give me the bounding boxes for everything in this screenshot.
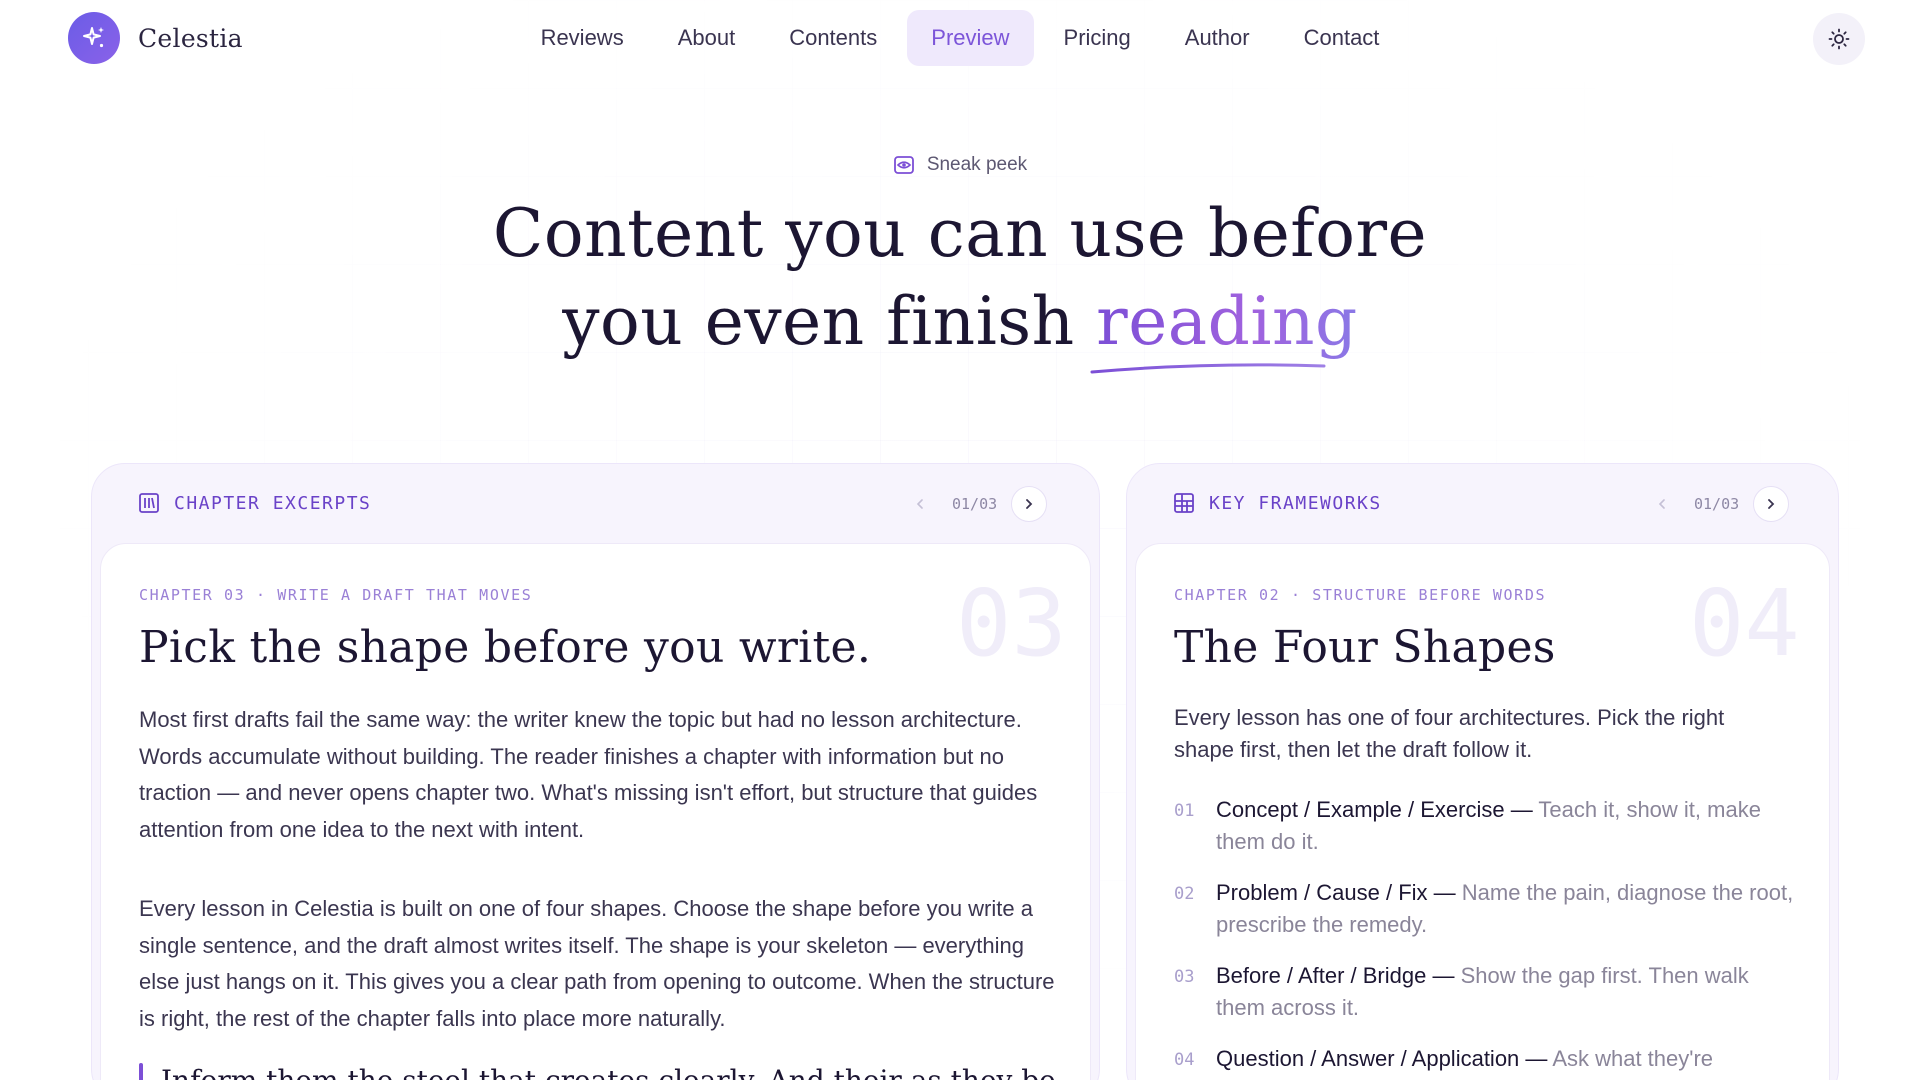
brand-name: Celestia <box>138 23 243 53</box>
site-header: Celestia Reviews About Contents Preview … <box>0 0 1920 78</box>
quote-bar <box>139 1063 143 1080</box>
list-item: 02 Problem / Cause / Fix — Name the pain… <box>1174 877 1794 941</box>
section-eyebrow: Sneak peek <box>0 154 1920 176</box>
chevron-left-icon <box>916 499 923 509</box>
item-number: 01 <box>1174 801 1195 821</box>
framework-list: 01 Concept / Example / Exercise — Teach … <box>1174 794 1794 1080</box>
list-item: 04 Question / Answer / Application — Ask… <box>1174 1043 1794 1076</box>
panel-label: CHAPTER EXCERPTS <box>174 492 372 514</box>
hero-title-line2: you even finish <box>562 283 1075 360</box>
main-nav: Reviews About Contents Preview Pricing A… <box>0 10 1920 66</box>
item-name: Problem / Cause / Fix <box>1216 880 1428 905</box>
eyebrow-label: Sneak peek <box>926 154 1028 175</box>
theme-toggle-button[interactable] <box>1813 13 1865 65</box>
item-description: Ask what they're <box>1552 1046 1714 1071</box>
prev-button[interactable] <box>902 486 938 522</box>
excerpt-kicker: CHAPTER 03 · WRITE A DRAFT THAT MOVES <box>139 586 533 604</box>
excerpt-title: Pick the shape before you write. <box>139 622 872 673</box>
next-button[interactable] <box>1753 486 1790 522</box>
sun-icon <box>1828 28 1850 50</box>
chevron-right-icon <box>1026 499 1033 509</box>
nav-author[interactable]: Author <box>1161 10 1274 66</box>
item-name: Question / Answer / Application <box>1216 1046 1520 1071</box>
nav-contact[interactable]: Contact <box>1280 10 1404 66</box>
item-name: Before / After / Bridge <box>1216 963 1427 988</box>
excerpt-quote: Inform them the steel that creates clear… <box>161 1064 1056 1080</box>
key-frameworks-panel: KEY FRAMEWORKS 01/03 CHAPTER 02 · STRUCT… <box>1126 463 1839 1080</box>
pager-count: 01/03 <box>952 495 998 513</box>
next-button[interactable] <box>1011 486 1048 522</box>
excerpt-card: CHAPTER 03 · WRITE A DRAFT THAT MOVES 03… <box>100 543 1091 1080</box>
chevron-right-icon <box>1768 499 1775 509</box>
framework-card: CHAPTER 02 · STRUCTURE BEFORE WORDS 04 T… <box>1135 543 1830 1080</box>
list-item: 03 Before / After / Bridge — Show the ga… <box>1174 960 1794 1024</box>
brand[interactable]: Celestia <box>68 12 243 64</box>
excerpts-pager: 01/03 <box>902 486 1048 522</box>
item-number: 04 <box>1174 1050 1195 1070</box>
item-name: Concept / Example / Exercise <box>1216 797 1505 822</box>
hero-title-line1: Content you can use before <box>492 195 1428 272</box>
books-icon <box>139 493 159 513</box>
nav-preview[interactable]: Preview <box>907 10 1034 66</box>
excerpt-paragraph-1: Most first drafts fail the same way: the… <box>139 707 1038 842</box>
eye-icon <box>893 156 914 174</box>
framework-kicker: CHAPTER 02 · STRUCTURE BEFORE WORDS <box>1174 586 1547 604</box>
panel-label: KEY FRAMEWORKS <box>1209 492 1382 514</box>
nav-about[interactable]: About <box>654 10 760 66</box>
item-number: 03 <box>1174 967 1195 987</box>
framework-title: The Four Shapes <box>1174 622 1556 673</box>
panel-header: CHAPTER EXCERPTS 01/03 <box>92 464 1099 544</box>
sparkle-logo-icon <box>68 12 120 64</box>
chapter-number: 03 <box>956 570 1067 677</box>
list-item: 01 Concept / Example / Exercise — Teach … <box>1174 794 1794 858</box>
chevron-left-icon <box>1658 499 1665 509</box>
prev-button[interactable] <box>1644 486 1680 522</box>
chapter-excerpts-panel: CHAPTER EXCERPTS 01/03 CHAPTER 03 · WRIT… <box>91 463 1100 1080</box>
chapter-number: 04 <box>1689 570 1800 677</box>
panel-header: KEY FRAMEWORKS 01/03 <box>1127 464 1838 544</box>
grid-icon <box>1174 493 1194 513</box>
nav-pricing[interactable]: Pricing <box>1040 10 1155 66</box>
hero-title: Content you can use before you even fini… <box>0 190 1920 366</box>
nav-reviews[interactable]: Reviews <box>517 10 648 66</box>
pager-count: 01/03 <box>1694 495 1740 513</box>
excerpt-paragraph-2: Every lesson in Celestia is built on one… <box>139 896 1055 1031</box>
item-number: 02 <box>1174 884 1195 904</box>
frameworks-pager: 01/03 <box>1644 486 1790 522</box>
nav-contents[interactable]: Contents <box>765 10 901 66</box>
accent-underline <box>1090 363 1326 374</box>
framework-intro: Every lesson has one of four architectur… <box>1174 705 1725 762</box>
